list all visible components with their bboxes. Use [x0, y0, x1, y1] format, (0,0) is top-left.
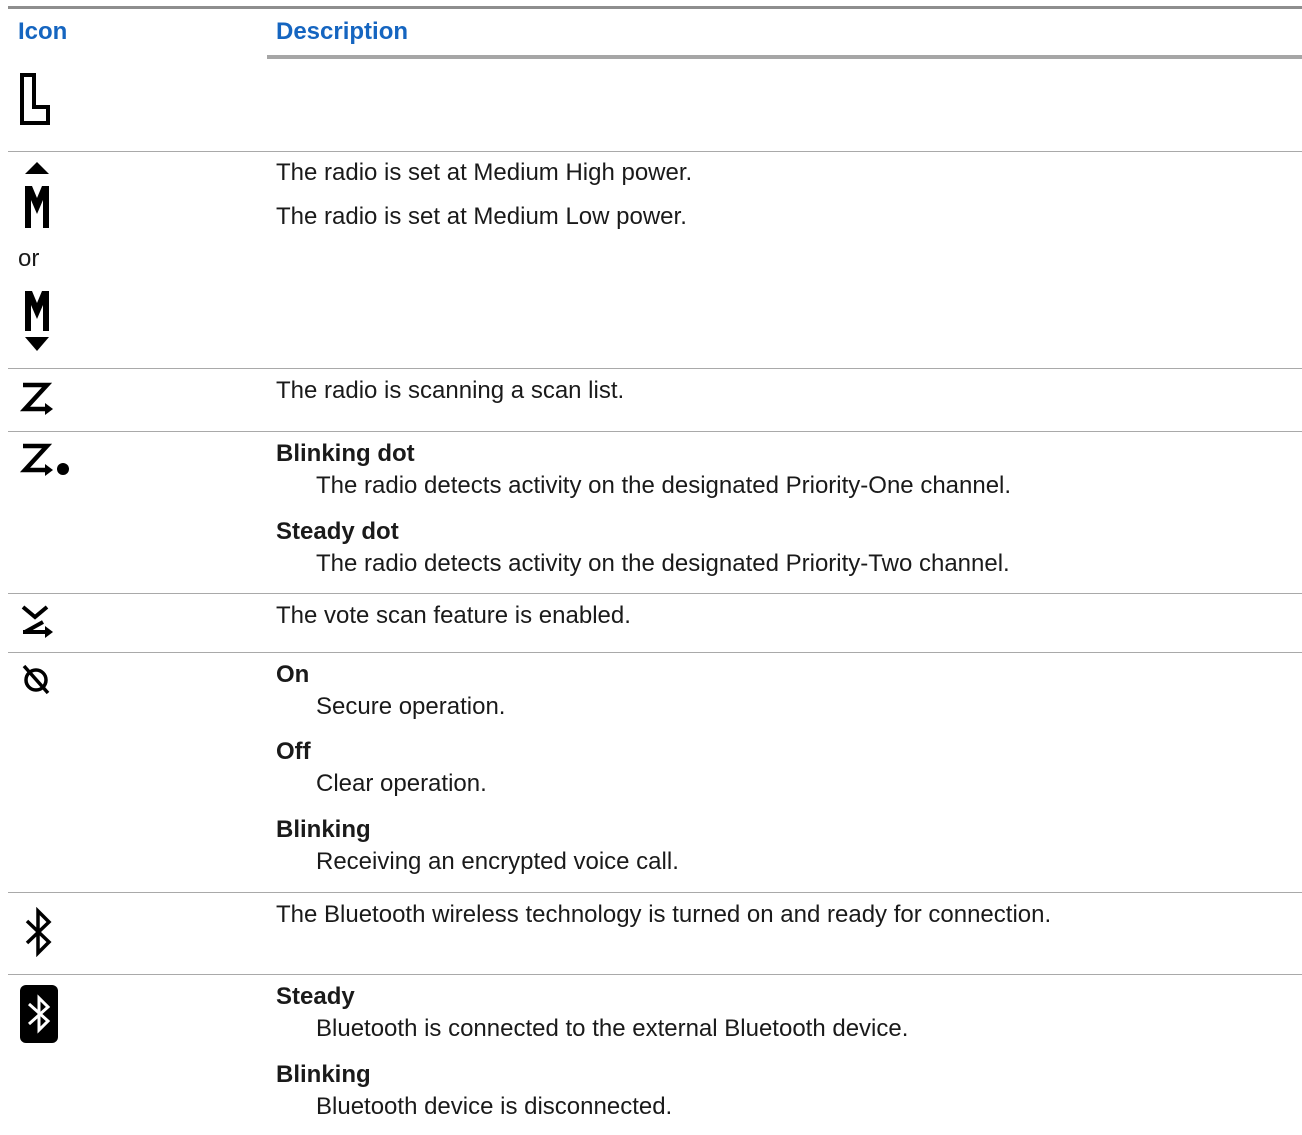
term-definition: Bluetooth is connected to the external B…: [316, 1015, 909, 1042]
icon-column-header: Icon: [18, 18, 68, 45]
secure-operation-icon: [20, 663, 52, 695]
low-power-icon: [20, 73, 50, 125]
term-label: On: [276, 661, 310, 688]
term-label: Off: [276, 738, 311, 765]
table-row: The vote scan feature is enabled.: [8, 594, 1302, 653]
or-label: or: [18, 245, 40, 272]
table-header: Icon Description: [8, 9, 1302, 55]
table-row: On Secure operation. Off Clear operation…: [8, 653, 1302, 893]
term-definition: Secure operation.: [316, 693, 506, 720]
term-definition: The radio detects activity on the design…: [316, 550, 1010, 577]
bluetooth-icon: [24, 907, 54, 957]
icon-description-table: Icon Description or The radio is set at …: [8, 6, 1302, 1135]
medium-low-power-icon: [22, 291, 52, 353]
term-definition: Receiving an encrypted voice call.: [316, 848, 679, 875]
vote-scan-icon: [20, 604, 54, 638]
description-text: The radio is set at Medium High power.: [276, 159, 693, 186]
description-text: The radio is set at Medium Low power.: [276, 203, 687, 230]
term-label: Blinking: [276, 1061, 371, 1088]
table-row: Steady Bluetooth is connected to the ext…: [8, 975, 1302, 1135]
scan-icon: [20, 381, 54, 415]
table-row: [8, 59, 1302, 152]
table-row: Blinking dot The radio detects activity …: [8, 432, 1302, 594]
term-label: Steady: [276, 983, 355, 1010]
description-text: The vote scan feature is enabled.: [276, 602, 631, 629]
description-text: The radio is scanning a scan list.: [276, 377, 625, 404]
term-label: Blinking dot: [276, 440, 415, 467]
description-text: The Bluetooth wireless technology is tur…: [276, 901, 1052, 928]
priority-scan-icon: [20, 442, 70, 476]
term-label: Steady dot: [276, 518, 399, 545]
term-label: Blinking: [276, 816, 371, 843]
table-row: The radio is scanning a scan list.: [8, 369, 1302, 432]
table-row: or The radio is set at Medium High power…: [8, 152, 1302, 369]
term-definition: The radio detects activity on the design…: [316, 472, 1012, 499]
table-row: The Bluetooth wireless technology is tur…: [8, 893, 1302, 975]
term-definition: Bluetooth device is disconnected.: [316, 1093, 673, 1120]
medium-high-power-icon: [22, 162, 52, 230]
bluetooth-connected-icon: [20, 985, 60, 1043]
description-column-header: Description: [276, 18, 409, 45]
term-definition: Clear operation.: [316, 770, 487, 797]
